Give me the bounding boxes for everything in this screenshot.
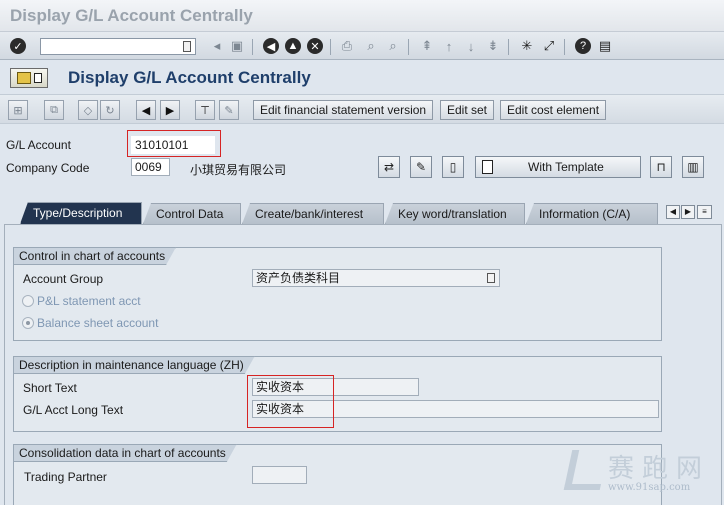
tabstrip: Type/Description Control Data Create/ban… xyxy=(0,200,724,224)
shortcut-icon[interactable]: ⤢ xyxy=(540,37,558,55)
short-text-label: Short Text xyxy=(23,381,77,395)
consolidation-group: Consolidation data in chart of accounts … xyxy=(13,444,662,505)
tab-scroll-right-icon[interactable]: ▶ xyxy=(681,205,695,219)
delete-icon[interactable]: ◇ xyxy=(78,100,98,120)
consolidation-group-title: Consolidation data in chart of accounts xyxy=(13,444,237,462)
control-group: Control in chart of accounts Account Gro… xyxy=(13,247,662,341)
menu-button[interactable] xyxy=(10,68,48,88)
trash-icon[interactable]: ▥ xyxy=(682,156,704,178)
balance-sheet-label: Balance sheet account xyxy=(37,316,159,330)
tab-information-ca[interactable]: Information (C/A) xyxy=(526,203,658,224)
exit-icon[interactable]: ▲ xyxy=(285,38,301,54)
last-page-icon[interactable]: ⇟ xyxy=(484,37,502,55)
trading-partner-label: Trading Partner xyxy=(24,470,107,484)
description-group-title: Description in maintenance language (ZH) xyxy=(13,356,255,374)
screen-title: Display G/L Account Centrally xyxy=(68,68,311,87)
system-toolbar: ✓ ◂ ▣ ◀ ▲ ✕ ⎙ ⌕ ⌕ ⇞ ↑ ↓ ⇟ ✳ ⤢ ? ▤ xyxy=(0,32,724,60)
create-icon[interactable]: ▯ xyxy=(442,156,464,178)
document-icon xyxy=(33,73,42,83)
print-icon[interactable]: ⎙ xyxy=(338,37,356,55)
help-icon[interactable]: ? xyxy=(575,38,591,54)
account-group-field[interactable]: 资产负债类科目 xyxy=(252,269,500,287)
previous-entry-icon[interactable]: ◀ xyxy=(136,100,156,120)
long-text-label: G/L Acct Long Text xyxy=(23,403,124,417)
find-next-icon[interactable]: ⌕ xyxy=(384,37,402,55)
edit-fs-version-button[interactable]: Edit financial statement version xyxy=(253,100,434,120)
cancel-icon[interactable]: ✕ xyxy=(307,38,323,54)
company-code-field[interactable]: 0069 xyxy=(131,158,170,176)
lock-icon[interactable]: ⊓ xyxy=(650,156,672,178)
tab-scroll-left-icon[interactable]: ◀ xyxy=(666,205,680,219)
document-icon xyxy=(482,160,493,174)
watermark-url: www.91sap.com xyxy=(608,482,691,493)
description-group: Description in maintenance language (ZH)… xyxy=(13,356,662,432)
trading-partner-field[interactable] xyxy=(252,466,307,484)
first-page-icon[interactable]: ⇞ xyxy=(418,37,436,55)
new-session-icon[interactable]: ✳ xyxy=(518,37,536,55)
notes-icon[interactable]: ✎ xyxy=(219,100,239,120)
find-icon[interactable]: ⌕ xyxy=(362,37,380,55)
highlight-box xyxy=(127,130,221,157)
balance-sheet-radio[interactable] xyxy=(22,317,34,329)
highlight-box xyxy=(247,375,334,428)
tree-icon[interactable]: ⊤ xyxy=(195,100,215,120)
account-group-label: Account Group xyxy=(23,272,104,286)
watermark: 赛跑网 www.91sap.com xyxy=(563,448,718,498)
edit-cost-element-button[interactable]: Edit cost element xyxy=(500,100,607,120)
pencil-icon[interactable]: ✎ xyxy=(410,156,432,178)
folder-icon xyxy=(16,72,31,84)
application-toolbar: ⊞ ⧉ ◇ ↻ ◀ ▶ ⊤ ✎ Edit financial statement… xyxy=(0,94,724,124)
copy-icon[interactable]: ⧉ xyxy=(44,100,64,120)
with-template-label: With Template xyxy=(528,160,604,174)
watermark-text: 赛跑网 xyxy=(608,454,711,484)
account-group-value: 资产负债类科目 xyxy=(256,271,341,285)
display-change-icon[interactable]: ⇄ xyxy=(378,156,400,178)
next-page-icon[interactable]: ↓ xyxy=(462,37,480,55)
enter-icon[interactable]: ✓ xyxy=(10,38,26,54)
with-template-button[interactable]: With Template xyxy=(475,156,641,178)
command-dropdown-icon[interactable] xyxy=(183,41,191,52)
save-icon[interactable]: ▣ xyxy=(228,37,246,55)
hierarchy-icon[interactable]: ⊞ xyxy=(8,100,28,120)
undo-icon[interactable]: ↻ xyxy=(100,100,120,120)
company-code-label: Company Code xyxy=(6,161,90,175)
gl-account-label: G/L Account xyxy=(6,138,71,152)
watermark-logo xyxy=(563,450,609,490)
tab-type-description[interactable]: Type/Description xyxy=(20,202,142,224)
tab-create-bank-interest[interactable]: Create/bank/interest xyxy=(242,203,384,224)
command-field[interactable] xyxy=(40,38,196,55)
pl-statement-label: P&L statement acct xyxy=(37,294,141,308)
back-icon[interactable]: ◀ xyxy=(263,38,279,54)
window-titlebar: Display G/L Account Centrally xyxy=(0,0,724,32)
next-entry-icon[interactable]: ▶ xyxy=(160,100,180,120)
layout-menu-icon[interactable]: ▤ xyxy=(596,37,614,55)
previous-page-icon[interactable]: ↑ xyxy=(440,37,458,55)
tab-key-word-translation[interactable]: Key word/translation xyxy=(385,203,525,224)
window-title: Display G/L Account Centrally xyxy=(10,6,253,25)
control-group-title: Control in chart of accounts xyxy=(13,247,176,265)
tab-list-icon[interactable]: ≡ xyxy=(697,205,712,219)
collapse-left-icon[interactable]: ◂ xyxy=(208,37,226,55)
dropdown-icon[interactable] xyxy=(487,273,495,283)
tab-control-data[interactable]: Control Data xyxy=(143,203,241,224)
pl-statement-radio[interactable] xyxy=(22,295,34,307)
edit-set-button[interactable]: Edit set xyxy=(440,100,495,120)
company-name: 小琪贸易有限公司 xyxy=(190,163,287,177)
screen-header: Display G/L Account Centrally xyxy=(0,60,724,94)
